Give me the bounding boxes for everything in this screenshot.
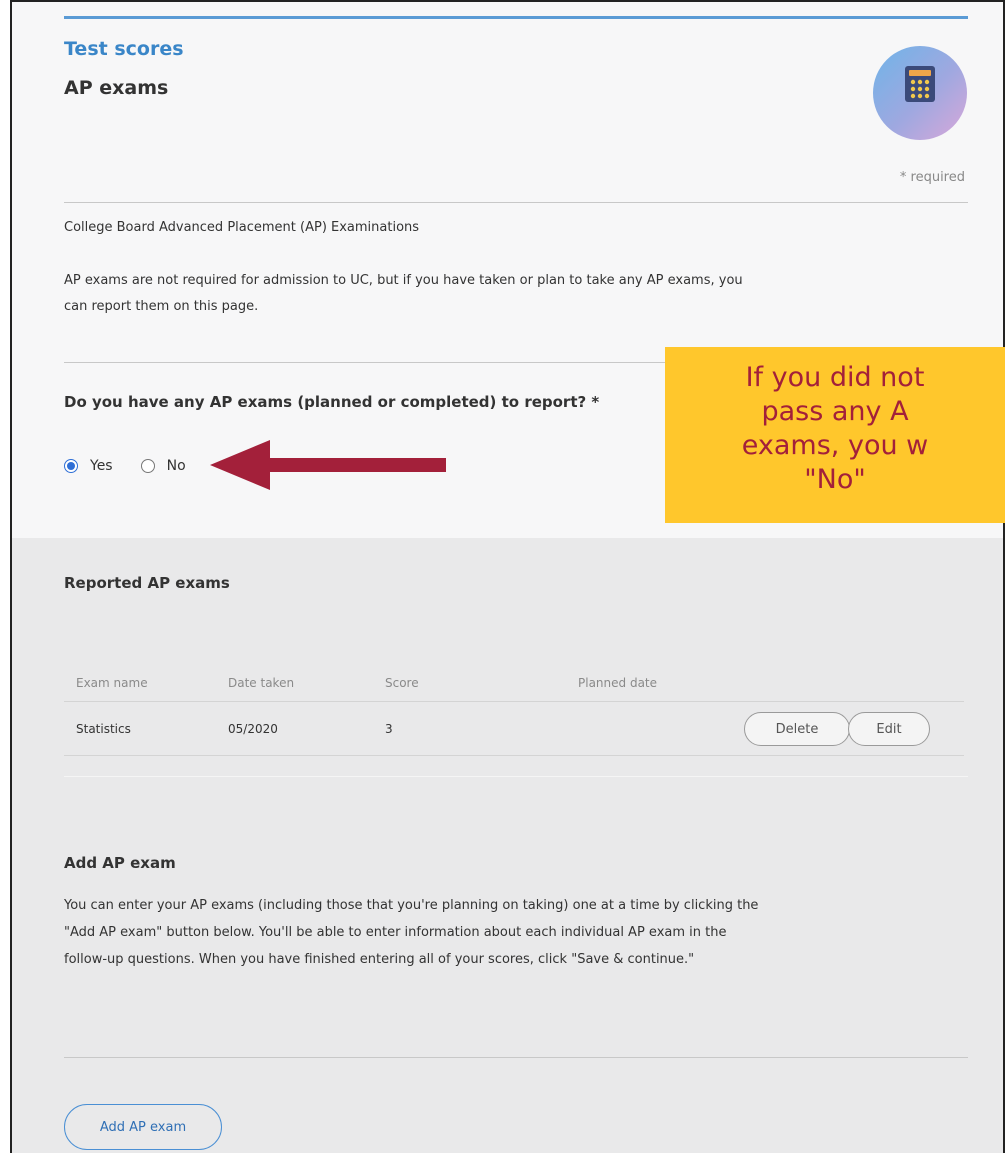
intro-heading: College Board Advanced Placement (AP) Ex… — [64, 220, 420, 235]
add-ap-exam-button[interactable]: Add AP exam — [64, 1104, 222, 1150]
application-page: Test scores AP exams * required College … — [10, 0, 1005, 1153]
radio-no[interactable] — [140, 459, 155, 473]
add-exam-instructions: You can enter your AP exams (including t… — [64, 898, 759, 967]
reported-exams-table: Exam name Date taken Score Planned date … — [64, 662, 964, 756]
date-taken-cell: 05/2020 — [228, 722, 278, 736]
table-header-row: Exam name Date taken Score Planned date — [64, 662, 964, 702]
left-arrow-icon — [210, 440, 446, 490]
calculator-avatar — [873, 46, 967, 140]
edit-button[interactable]: Edit — [848, 712, 930, 746]
radio-option-no[interactable]: No — [140, 458, 186, 474]
add-exam-heading: Add AP exam — [64, 854, 176, 872]
column-header: Date taken — [228, 676, 295, 690]
radio-no-label: No — [166, 458, 186, 474]
radio-yes-label: Yes — [90, 458, 113, 474]
section-title: Test scores — [64, 38, 184, 60]
radio-yes[interactable] — [64, 459, 78, 473]
divider — [64, 1057, 968, 1058]
callout-line: "No" — [804, 464, 866, 495]
column-header: Exam name — [76, 676, 148, 690]
callout-line: pass any A — [761, 396, 909, 427]
exams-panel — [12, 538, 1003, 1153]
required-note: * required — [899, 170, 965, 185]
calculator-icon — [905, 66, 935, 102]
divider — [64, 202, 968, 203]
table-row: Statistics 05/2020 3 Delete Edit — [64, 702, 964, 756]
reported-heading: Reported AP exams — [64, 574, 230, 592]
delete-button[interactable]: Delete — [744, 712, 850, 746]
instruction-callout: If you did not pass any A exams, you w "… — [665, 347, 1005, 523]
intro-text: AP exams are not required for admission … — [64, 273, 743, 314]
ap-question-label: Do you have any AP exams (planned or com… — [64, 393, 600, 411]
divider — [64, 776, 968, 777]
top-rule — [64, 16, 968, 19]
radio-option-yes[interactable]: Yes — [64, 458, 113, 474]
page-title: AP exams — [64, 77, 169, 99]
callout-line: If you did not — [745, 362, 925, 393]
exam-name-cell: Statistics — [76, 722, 131, 736]
column-header: Planned date — [578, 676, 658, 690]
column-header: Score — [385, 676, 419, 690]
score-cell: 3 — [385, 722, 393, 736]
callout-line: exams, you w — [741, 430, 929, 461]
ap-question-radio-group: Yes No — [64, 458, 214, 474]
